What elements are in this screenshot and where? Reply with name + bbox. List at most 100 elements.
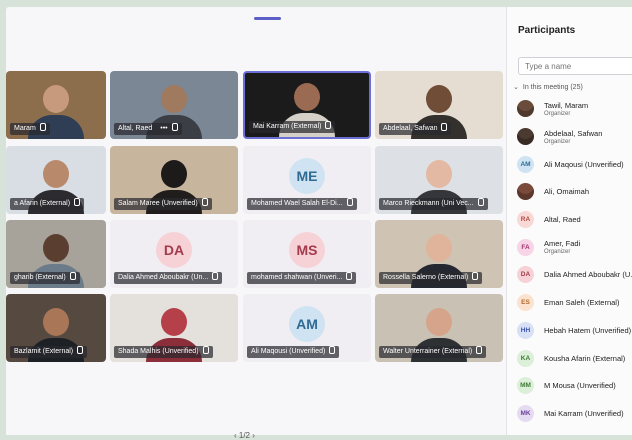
participant-list: Tawil, Maram Organizer Abdelaal, Safwan Org… xyxy=(517,95,632,427)
participant-row[interactable]: Abdelaal, Safwan Organizer xyxy=(517,123,632,151)
mic-icon xyxy=(441,123,448,131)
participant-row[interactable]: MM M Mousa (Unverified) xyxy=(517,372,632,400)
video-tile[interactable]: gharib (External) xyxy=(6,220,106,288)
teams-window: Maram Altal, Raed ••• Mai Karram (External)… xyxy=(6,7,632,440)
video-tile[interactable]: a Afarin (External) xyxy=(6,146,106,214)
participant-row[interactable]: FA Amer, Fadi Organizer xyxy=(517,233,632,261)
name-label: mohamed shahwan (Unveri... xyxy=(247,272,357,284)
mic-icon xyxy=(472,272,479,280)
avatar xyxy=(517,100,534,118)
participant-entry: Hebah Hatem (Unverified) xyxy=(544,326,631,335)
name-label: Altal, Raed ••• xyxy=(114,123,182,135)
video-tile[interactable]: Altal, Raed ••• xyxy=(110,71,238,139)
name-label: gharib (External) xyxy=(10,272,80,284)
participant-name: Shada Malhis (Unverified) xyxy=(118,348,199,355)
video-tile[interactable]: Salam Maree (Unverified) xyxy=(110,146,238,214)
participant-row[interactable]: ES Eman Saleh (External) xyxy=(517,289,632,317)
name-label: Shada Malhis (Unverified) xyxy=(114,346,213,358)
avatar: ES xyxy=(517,294,534,312)
participant-name: Mai Karram (External) xyxy=(253,123,322,130)
participant-entry: Amer, Fadi Organizer xyxy=(544,239,580,255)
mic-icon xyxy=(346,198,353,206)
section-label: In this meeting (25) xyxy=(522,84,583,91)
avatar: DA xyxy=(156,232,192,268)
video-tile[interactable]: Mai Karram (External) xyxy=(243,71,371,139)
avatar: RA xyxy=(517,211,534,229)
participant-row[interactable]: RA Altal, Raed xyxy=(517,206,632,234)
avatar: MS xyxy=(289,232,325,268)
participant-name: mohamed shahwan (Unveri... xyxy=(251,274,343,281)
video-tile[interactable]: Rossella Salerno (External) xyxy=(375,220,503,288)
participant-name: Dalia Ahmed Aboubakr (U... xyxy=(544,270,632,280)
avatar: AM xyxy=(289,306,325,342)
participant-row[interactable]: DA Dalia Ahmed Aboubakr (U... xyxy=(517,261,632,289)
mic-icon xyxy=(477,198,484,206)
in-meeting-section[interactable]: ⌄ In this meeting (25) xyxy=(513,83,583,91)
avatar: ME xyxy=(289,158,325,194)
video-tile[interactable]: Marco Rieckmann (Uni Vec... xyxy=(375,146,503,214)
avatar: DA xyxy=(517,266,534,284)
mic-icon xyxy=(329,346,336,354)
name-label: Walter Unterrainer (External) xyxy=(379,346,487,358)
page-indicator[interactable]: ‹ 1/2 › xyxy=(234,431,255,440)
participant-name: Mohamed Wael Salah El-Di... xyxy=(251,200,343,207)
avatar: MM xyxy=(517,377,534,395)
participant-row[interactable]: Tawil, Maram Organizer xyxy=(517,95,632,123)
panel-title: Participants xyxy=(518,25,576,36)
video-tile[interactable]: Bazlamit (External) xyxy=(6,294,106,362)
mic-icon xyxy=(171,123,178,131)
participant-name: Kousha Afarin (External) xyxy=(544,353,626,363)
participant-name: Rossella Salerno (External) xyxy=(383,274,469,281)
participant-entry: Ali Maqousi (Unverified) xyxy=(544,160,624,169)
participant-role: Organizer xyxy=(544,138,571,145)
avatar: HH xyxy=(517,321,534,339)
participant-row[interactable]: MK Mai Karram (Unverified) xyxy=(517,400,632,428)
avatar: AM xyxy=(517,155,534,173)
mic-icon xyxy=(77,346,84,354)
participant-name: Hebah Hatem (Unverified) xyxy=(544,325,632,335)
participant-name: Ali Maqousi (Unverified) xyxy=(544,159,624,169)
video-tile[interactable]: AM Ali Maqousi (Unverified) xyxy=(243,294,371,362)
participant-row[interactable]: KA Kousha Afarin (External) xyxy=(517,344,632,372)
participant-row[interactable]: Ali, Omaimah xyxy=(517,178,632,206)
mic-icon xyxy=(212,272,219,280)
video-tile[interactable]: Abdelaal, Safwan xyxy=(375,71,503,139)
mic-icon xyxy=(325,121,332,129)
name-label: Abdelaal, Safwan xyxy=(379,123,452,135)
participant-name: Eman Saleh (External) xyxy=(544,298,620,308)
mic-icon xyxy=(74,198,81,206)
participant-name: Altal, Raed xyxy=(118,125,153,132)
mic-icon xyxy=(346,272,353,280)
participant-row[interactable]: AM Ali Maqousi (Unverified) xyxy=(517,150,632,178)
participant-name: Amer, Fadi xyxy=(544,239,581,249)
video-tile[interactable]: Maram xyxy=(6,71,106,139)
video-tile[interactable]: Shada Malhis (Unverified) xyxy=(110,294,238,362)
name-label: Rossella Salerno (External) xyxy=(379,272,483,284)
participant-row[interactable]: HH Hebah Hatem (Unverified) xyxy=(517,317,632,345)
participant-entry: M Mousa (Unverified) xyxy=(544,381,616,390)
name-label: Marco Rieckmann (Uni Vec... xyxy=(379,198,488,210)
name-label: Bazlamit (External) xyxy=(10,346,88,358)
participant-name: Walter Unterrainer (External) xyxy=(383,348,473,355)
participant-role: Organizer xyxy=(544,249,571,256)
name-label: Mai Karram (External) xyxy=(249,121,336,133)
video-tile[interactable]: MS mohamed shahwan (Unveri... xyxy=(243,220,371,288)
participant-name: M Mousa (Unverified) xyxy=(544,381,616,391)
video-tile[interactable]: DA Dalia Ahmed Aboubakr (Un... xyxy=(110,220,238,288)
video-tile[interactable]: Walter Unterrainer (External) xyxy=(375,294,503,362)
avatar: MK xyxy=(517,404,534,422)
mic-icon xyxy=(69,272,76,280)
participant-name: gharib (External) xyxy=(14,274,66,281)
video-grid: Maram Altal, Raed ••• Mai Karram (External)… xyxy=(6,7,506,435)
participant-name: Abdelaal, Safwan xyxy=(383,125,438,132)
mic-icon xyxy=(476,346,483,354)
participant-name: Altal, Raed xyxy=(544,215,581,225)
search-input[interactable] xyxy=(518,57,632,75)
more-options-icon[interactable]: ••• xyxy=(160,125,167,132)
participant-name: a Afarin (External) xyxy=(14,200,71,207)
video-tile[interactable]: ME Mohamed Wael Salah El-Di... xyxy=(243,146,371,214)
name-label: a Afarin (External) xyxy=(10,198,85,210)
participant-name: Ali Maqousi (Unverified) xyxy=(251,348,326,355)
name-label: Ali Maqousi (Unverified) xyxy=(247,346,340,358)
name-label: Maram xyxy=(10,123,50,135)
